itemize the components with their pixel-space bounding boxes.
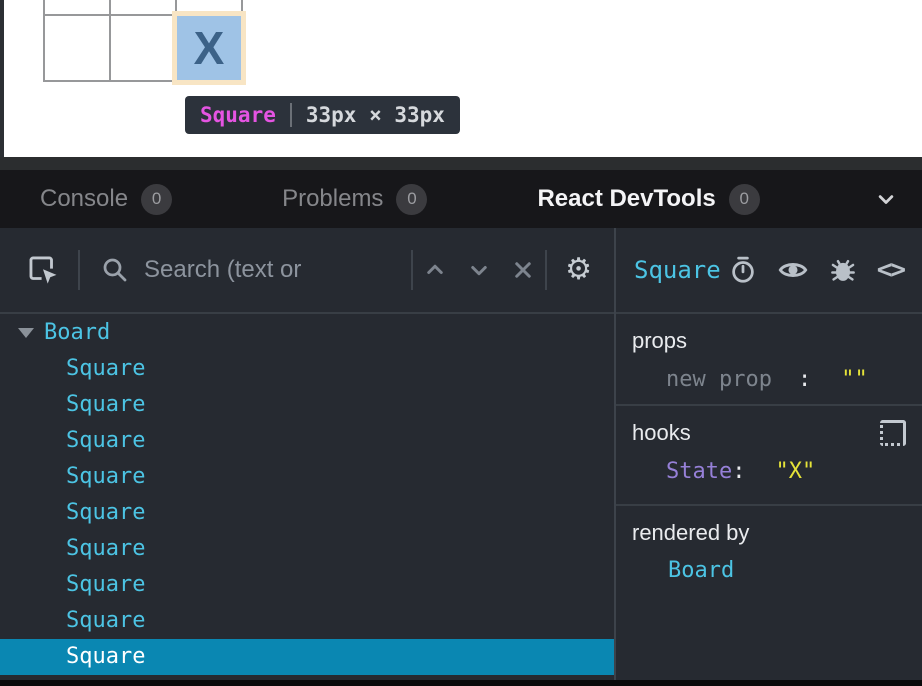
react-devtools-count-badge: 0 — [729, 184, 760, 215]
colon: : — [732, 459, 745, 484]
component-label: Square — [66, 639, 145, 675]
search-input[interactable] — [142, 255, 411, 285]
previous-match-icon[interactable] — [420, 255, 450, 285]
component-inspector-panel: Square — [614, 228, 922, 680]
toolbar-divider — [78, 250, 80, 290]
problems-count-badge: 0 — [396, 184, 427, 215]
devtools-window: X Square 33px × 33px Console 0 Problems … — [0, 0, 922, 686]
component-label: Square — [66, 459, 145, 495]
search-icon — [100, 255, 130, 285]
board-square[interactable] — [177, 0, 243, 16]
window-bottom-edge — [0, 680, 922, 686]
inspected-page: X Square 33px × 33px — [0, 0, 922, 157]
components-tree-panel: ⚙ Board Square Square Square Square Squa… — [0, 228, 614, 680]
tab-react-devtools[interactable]: React DevTools 0 — [537, 184, 759, 215]
hooks-title: hooks — [632, 420, 908, 446]
clear-search-icon[interactable] — [508, 255, 538, 285]
settings-gear-icon[interactable]: ⚙ — [565, 255, 592, 285]
board-square[interactable] — [45, 0, 111, 16]
props-section: props new prop: "" — [616, 314, 922, 406]
state-hook-value[interactable]: "X" — [775, 459, 815, 484]
tree-item-square[interactable]: Square — [0, 531, 614, 567]
tooltip-separator — [290, 103, 292, 127]
suspense-timer-icon[interactable] — [728, 255, 758, 285]
tree-item-square[interactable]: Square — [0, 423, 614, 459]
props-title: props — [632, 328, 908, 354]
console-count-badge: 0 — [141, 184, 172, 215]
tree-item-board[interactable]: Board — [0, 315, 614, 351]
tab-console[interactable]: Console 0 — [40, 184, 172, 215]
rendered-by-board-link[interactable]: Board — [632, 558, 908, 583]
tree-item-square[interactable]: Square — [0, 495, 614, 531]
tree-item-square[interactable]: Square — [0, 603, 614, 639]
parse-hook-names-icon[interactable] — [880, 420, 906, 446]
log-to-console-bug-icon[interactable] — [828, 255, 858, 285]
component-label: Square — [66, 423, 145, 459]
component-label: Square — [66, 387, 145, 423]
react-devtools-panel: ⚙ Board Square Square Square Square Squa… — [0, 228, 922, 680]
tooltip-component-name: Square — [200, 103, 276, 127]
selected-component-name: Square — [634, 256, 721, 284]
tree-item-square[interactable]: Square — [0, 351, 614, 387]
board-square[interactable] — [45, 16, 111, 82]
toolbar-divider — [411, 250, 413, 290]
component-label: Square — [66, 531, 145, 567]
component-label: Square — [66, 567, 145, 603]
rendered-by-section: rendered by Board — [616, 506, 922, 680]
board-square[interactable] — [111, 0, 177, 16]
inspect-highlight-overlay: X — [177, 16, 241, 80]
component-label: Square — [66, 495, 145, 531]
page-left-border — [0, 0, 4, 157]
chevron-down-icon[interactable] — [872, 185, 900, 213]
component-label: Square — [66, 351, 145, 387]
inspect-dom-eye-icon[interactable] — [777, 254, 809, 286]
new-prop-row[interactable]: new prop: "" — [632, 367, 908, 392]
tree-item-square[interactable]: Square — [0, 459, 614, 495]
component-label: Board — [44, 315, 110, 351]
inspector-header: Square — [616, 228, 922, 314]
square-value: X — [194, 21, 225, 75]
board-square-highlighted[interactable]: X — [177, 16, 243, 82]
devtools-tabbar: Console 0 Problems 0 React DevTools 0 — [0, 170, 922, 228]
tree-item-square-selected[interactable]: Square — [0, 639, 614, 675]
tab-problems-label: Problems — [282, 185, 383, 213]
view-source-icon[interactable]: <> — [877, 255, 904, 285]
tree-item-square[interactable]: Square — [0, 567, 614, 603]
components-tree: Board Square Square Square Square Square… — [0, 314, 614, 675]
state-hook-row[interactable]: State: "X" — [632, 459, 908, 484]
next-match-icon[interactable] — [464, 255, 494, 285]
expander-triangle-icon[interactable] — [18, 328, 34, 338]
tree-item-square[interactable]: Square — [0, 387, 614, 423]
hooks-section: hooks State: "X" — [616, 406, 922, 506]
new-prop-placeholder[interactable]: new prop — [666, 367, 772, 392]
state-hook-label: State — [666, 459, 732, 484]
toolbar-divider — [545, 250, 547, 290]
board-square[interactable] — [111, 16, 177, 82]
tab-problems[interactable]: Problems 0 — [282, 184, 427, 215]
inspect-tooltip: Square 33px × 33px — [185, 96, 460, 134]
tooltip-dimensions: 33px × 33px — [306, 103, 445, 127]
rendered-by-title: rendered by — [632, 520, 908, 546]
tab-react-devtools-label: React DevTools — [537, 185, 715, 213]
colon: : — [798, 367, 811, 392]
components-toolbar: ⚙ — [0, 228, 614, 314]
inspector-actions: <> — [728, 254, 904, 286]
new-prop-value[interactable]: "" — [841, 367, 868, 392]
component-label: Square — [66, 603, 145, 639]
tab-console-label: Console — [40, 185, 128, 213]
element-picker-icon[interactable] — [26, 253, 60, 287]
tictactoe-board: X — [43, 0, 243, 82]
